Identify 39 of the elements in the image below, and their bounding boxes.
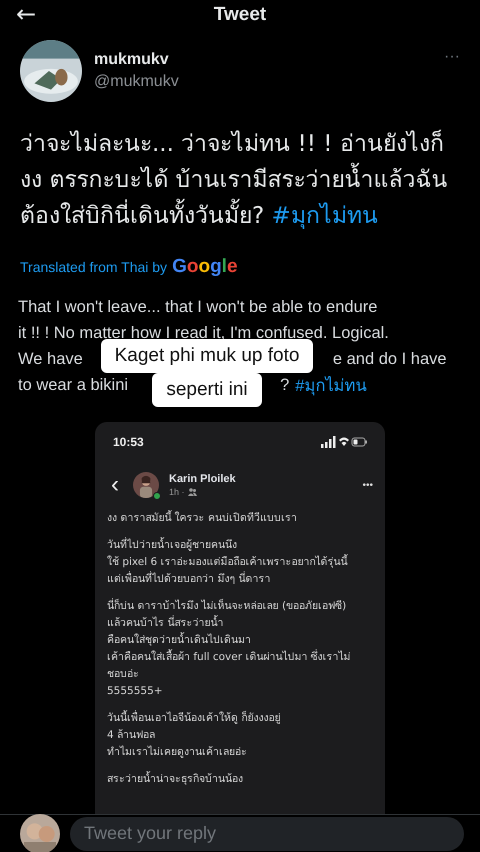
post-text: ชอบอ่ะ (107, 667, 140, 682)
back-button[interactable]: ‹ (107, 475, 123, 495)
post-text: วันที่ไปว่ายน้ำเจอผู้ชายคนนึง (107, 537, 238, 553)
friends-icon (188, 488, 197, 496)
post-text: 4 ล้านฟอล (107, 728, 156, 743)
translated-text: e and do I have (332, 350, 447, 368)
more-button[interactable]: ••• (362, 480, 373, 490)
status-time: 10:53 (113, 435, 144, 449)
translated-text: That I won't leave... that I won't be able to endure (18, 298, 378, 316)
post-text: สระว่ายน้ำน่าจะธุรกิจบ้านน้อง (107, 771, 244, 787)
author-name: mukmukv (94, 51, 170, 69)
post-text: ทำไมเราไม่เคยดูงานเค้าเลยอ่ะ (107, 744, 248, 760)
hashtag-link[interactable]: #มุกไม่ทน (295, 372, 366, 398)
caption-text: seperti ini (152, 373, 262, 407)
translated-text: We have (18, 350, 83, 368)
post-text: เค้าคือคนใส่เสื้อผ้า full cover เดินผ่านไปมา ซึ่งเราไม่ (107, 649, 352, 665)
hashtag-link[interactable]: #มุกไม่ทน (272, 203, 378, 229)
translated-text: ? (280, 376, 290, 394)
translated-text: to wear a bikini (18, 376, 128, 394)
back-button[interactable]: ← (12, 0, 40, 28)
post-text: แล้วคนบ้าไร นี่สระว่ายน้ำ (107, 615, 224, 631)
post-text: แต่เพื่อนที่ไปด้วยบอกว่า มึงๆ นี่ดารา (107, 571, 272, 587)
post-text: งง ดาราสมัยนี้ ใครวะ คนบ่เปิดทีวีแบบเรา (107, 510, 298, 526)
status-icons-drawing (321, 436, 367, 448)
post-text: 5555555+ (107, 684, 164, 699)
caption-text: Kaget phi muk up foto (100, 339, 314, 373)
post-text: วันนี้เพื่อนเอาไอจีน้องเค้าให้ดู ก็ยังงงอยู่ (107, 710, 282, 726)
post-time: 1h · (169, 487, 185, 497)
tweet-text: ว่าจะไม่ละนะ... ว่าจะไม่ทน !! ! อ่านยังไงก็ งง ตรรกะบะได้ บ้านเรามีสระว่ายน้ำแล้วฉัน ต้องใส่บิกินี่เดินทั้งวันมั้ย? #มุกไม่ทน (19, 128, 449, 231)
translation-label: Translated from Thai by (20, 259, 168, 275)
google-logo: Google (172, 256, 238, 278)
poster-name: Karin Ploilek (169, 473, 237, 485)
post-text: คือคนใส่ชุดว่ายน้ำเดินไปเดินมา (107, 632, 252, 648)
author-handle: @mukmukv (94, 73, 180, 91)
reply-field[interactable]: Tweet your reply (70, 816, 464, 850)
more-button[interactable]: ··· (444, 48, 460, 66)
page-title: Tweet (214, 4, 266, 26)
post-text: นี่ก็บ่น ดาราบ้าไรมึง ไม่เห็นจะหล่อเลย (ขออภัยเอฟซี) (107, 598, 348, 614)
post-text: ใช้ pixel 6 เราอ่ะมองแต่มือถือเค้าเพราะอยากได้รุ่นนี้ (107, 554, 349, 570)
